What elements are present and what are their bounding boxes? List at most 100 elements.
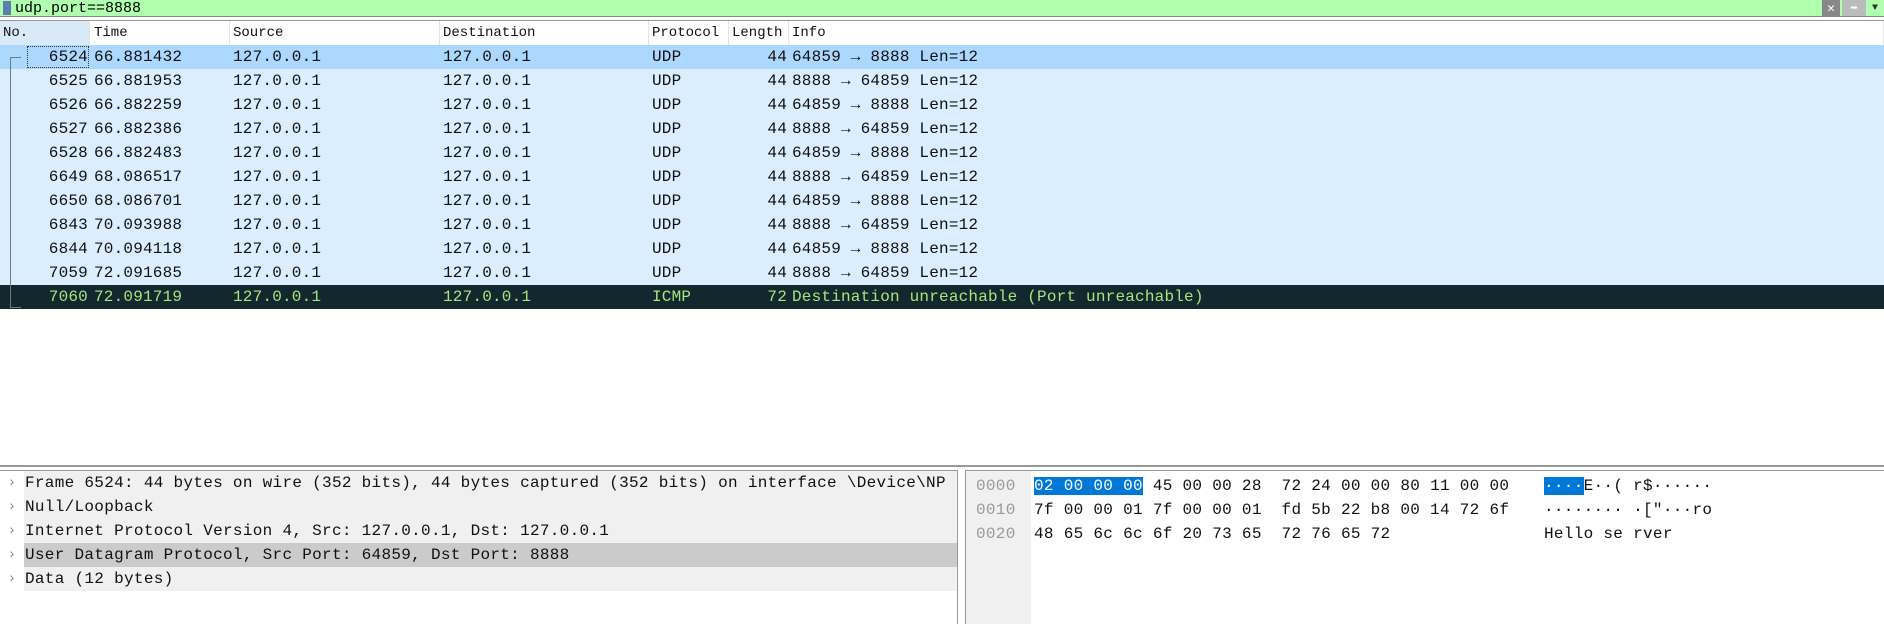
packet-cell-source: 127.0.0.1 bbox=[233, 120, 322, 138]
packet-cell-destination: 127.0.0.1 bbox=[443, 96, 532, 114]
packet-cell-length: 44 bbox=[767, 144, 787, 162]
hex-ascii[interactable]: ········ ·["···ro bbox=[1544, 501, 1712, 519]
packet-row[interactable]: 6526 66.882259 127.0.0.1 127.0.0.1 UDP 44 6485… bbox=[0, 93, 1884, 117]
chevron-right-icon[interactable]: › bbox=[0, 571, 24, 587]
packet-cell-length: 44 bbox=[767, 264, 787, 282]
packet-cell-destination: 127.0.0.1 bbox=[443, 72, 532, 90]
packet-row[interactable]: 6650 68.086701 127.0.0.1 127.0.0.1 UDP 44 6485… bbox=[0, 189, 1884, 213]
hex-bytes[interactable]: 7f 00 00 01 7f 00 00 01 fd 5b 22 b8 00 1… bbox=[1034, 501, 1509, 519]
packet-row[interactable]: 6843 70.093988 127.0.0.1 127.0.0.1 UDP 44 8888… bbox=[0, 213, 1884, 237]
packet-row[interactable]: 6525 66.881953 127.0.0.1 127.0.0.1 UDP 44 8888… bbox=[0, 69, 1884, 93]
packet-cell-length: 44 bbox=[767, 240, 787, 258]
ascii-rest: Hello se rver bbox=[1544, 525, 1673, 543]
packet-cell-info: 8888 → 64859 Len=12 bbox=[792, 120, 979, 138]
display-filter-input[interactable] bbox=[15, 0, 1822, 16]
arrow-right-icon[interactable]: ➡ bbox=[1842, 0, 1866, 16]
packet-cell-destination: 127.0.0.1 bbox=[443, 216, 532, 234]
packet-row[interactable]: 6844 70.094118 127.0.0.1 127.0.0.1 UDP 44 6485… bbox=[0, 237, 1884, 261]
hex-bytes[interactable]: 48 65 6c 6c 6f 20 73 65 72 76 65 72 bbox=[1034, 525, 1390, 543]
packet-cell-length: 44 bbox=[767, 216, 787, 234]
packet-cell-length: 44 bbox=[767, 168, 787, 186]
packet-cell-protocol: UDP bbox=[652, 216, 682, 234]
packet-cell-protocol: UDP bbox=[652, 72, 682, 90]
packet-cell-protocol: UDP bbox=[652, 240, 682, 258]
column-header-no[interactable]: No. bbox=[0, 21, 90, 45]
hex-bytes[interactable]: 02 00 00 00 45 00 00 28 72 24 00 00 80 1… bbox=[1034, 477, 1509, 495]
packet-cell-info: Destination unreachable (Port unreachabl… bbox=[792, 288, 1204, 306]
packet-cell-source: 127.0.0.1 bbox=[233, 240, 322, 258]
packet-cell-info: 64859 → 8888 Len=12 bbox=[792, 144, 979, 162]
hex-ascii[interactable]: Hello se rver bbox=[1544, 525, 1673, 543]
bookmark-icon[interactable] bbox=[3, 1, 11, 15]
packet-cell-source: 127.0.0.1 bbox=[233, 144, 322, 162]
chevron-right-icon[interactable]: › bbox=[0, 523, 24, 539]
column-header-length[interactable]: Length bbox=[729, 21, 789, 45]
packet-cell-destination: 127.0.0.1 bbox=[443, 120, 532, 138]
detail-tree-label: Internet Protocol Version 4, Src: 127.0.… bbox=[24, 519, 957, 543]
packet-cell-destination: 127.0.0.1 bbox=[443, 48, 532, 66]
packet-cell-time: 66.882483 bbox=[94, 144, 183, 162]
display-filter-bar: ✕ ➡ ▼ bbox=[0, 0, 1884, 17]
packet-row[interactable]: 6524 66.881432 127.0.0.1 127.0.0.1 UDP 44 6485… bbox=[0, 45, 1884, 69]
packet-cell-length: 44 bbox=[767, 120, 787, 138]
hex-bytes-rest: 48 65 6c 6c 6f 20 73 65 72 76 65 72 bbox=[1034, 525, 1391, 543]
chevron-right-icon[interactable]: › bbox=[0, 475, 24, 491]
packet-cell-length: 44 bbox=[767, 96, 787, 114]
column-header-destination[interactable]: Destination bbox=[440, 21, 649, 45]
packet-cell-protocol: UDP bbox=[652, 96, 682, 114]
ascii-highlight: ···· bbox=[1544, 477, 1584, 495]
packet-cell-source: 127.0.0.1 bbox=[233, 96, 322, 114]
ascii-rest: E··( r$······ bbox=[1583, 477, 1713, 495]
packet-cell-time: 66.881432 bbox=[94, 48, 183, 66]
packet-cell-info: 64859 → 8888 Len=12 bbox=[792, 48, 979, 66]
detail-tree-label: User Datagram Protocol, Src Port: 64859,… bbox=[24, 543, 957, 567]
packet-row[interactable]: 7059 72.091685 127.0.0.1 127.0.0.1 UDP 44 8888… bbox=[0, 261, 1884, 285]
packet-cell-length: 44 bbox=[767, 192, 787, 210]
hex-bytes-rest: 7f 00 00 01 7f 00 00 01 fd 5b 22 b8 00 1… bbox=[1034, 501, 1510, 519]
detail-tree-label: Data (12 bytes) bbox=[24, 567, 957, 591]
detail-tree-label: Null/Loopback bbox=[24, 495, 957, 519]
chevron-right-icon[interactable]: › bbox=[0, 547, 24, 563]
packet-cell-time: 66.881953 bbox=[94, 72, 183, 90]
packet-cell-time: 66.882386 bbox=[94, 120, 183, 138]
packet-cell-protocol: ICMP bbox=[652, 288, 692, 306]
packet-row[interactable]: 7060 72.091719 127.0.0.1 127.0.0.1 ICMP 72 Des… bbox=[0, 285, 1884, 309]
packet-cell-time: 66.882259 bbox=[94, 96, 183, 114]
pane-splitter[interactable] bbox=[0, 465, 1884, 467]
packet-cell-destination: 127.0.0.1 bbox=[443, 288, 532, 306]
column-header-protocol[interactable]: Protocol bbox=[649, 21, 729, 45]
packet-cell-info: 64859 → 8888 Len=12 bbox=[792, 96, 979, 114]
hex-ascii[interactable]: ····E··( r$······ bbox=[1544, 477, 1712, 495]
packet-cell-protocol: UDP bbox=[652, 192, 682, 210]
packet-cell-source: 127.0.0.1 bbox=[233, 72, 322, 90]
conversation-bracket bbox=[10, 57, 22, 308]
packet-cell-destination: 127.0.0.1 bbox=[443, 240, 532, 258]
packet-cell-length: 44 bbox=[767, 48, 787, 66]
close-icon[interactable]: ✕ bbox=[1822, 0, 1840, 16]
column-header-source[interactable]: Source bbox=[230, 21, 440, 45]
packet-cell-destination: 127.0.0.1 bbox=[443, 192, 532, 210]
packet-row[interactable]: 6649 68.086517 127.0.0.1 127.0.0.1 UDP 44 8888… bbox=[0, 165, 1884, 189]
packet-bytes-pane: 0000 02 00 00 00 45 00 00 28 72 24 00 00 … bbox=[965, 470, 1884, 624]
chevron-right-icon[interactable]: › bbox=[0, 499, 24, 515]
detail-tree-item[interactable]: › Internet Protocol Version 4, Src: 127.0… bbox=[0, 519, 957, 543]
packet-list-header: No. Time Source Destination Protocol Length In… bbox=[0, 20, 1884, 45]
detail-tree-label: Frame 6524: 44 bytes on wire (352 bits),… bbox=[24, 471, 957, 495]
packet-cell-source: 127.0.0.1 bbox=[233, 264, 322, 282]
detail-tree-item[interactable]: › Data (12 bytes) bbox=[0, 567, 957, 591]
packet-cell-source: 127.0.0.1 bbox=[233, 192, 322, 210]
packet-row[interactable]: 6527 66.882386 127.0.0.1 127.0.0.1 UDP 44 8888… bbox=[0, 117, 1884, 141]
hex-bytes-rest: 45 00 00 28 72 24 00 00 80 11 00 00 bbox=[1142, 477, 1510, 495]
packet-cell-protocol: UDP bbox=[652, 48, 682, 66]
column-header-info[interactable]: Info bbox=[789, 21, 1884, 45]
detail-tree-item[interactable]: › User Datagram Protocol, Src Port: 64859… bbox=[0, 543, 957, 567]
column-header-time[interactable]: Time bbox=[91, 21, 230, 45]
packet-cell-destination: 127.0.0.1 bbox=[443, 168, 532, 186]
detail-tree-item[interactable]: › Null/Loopback bbox=[0, 495, 957, 519]
packet-cell-source: 127.0.0.1 bbox=[233, 216, 322, 234]
packet-cell-destination: 127.0.0.1 bbox=[443, 144, 532, 162]
packet-cell-time: 70.093988 bbox=[94, 216, 183, 234]
packet-row[interactable]: 6528 66.882483 127.0.0.1 127.0.0.1 UDP 44 6485… bbox=[0, 141, 1884, 165]
detail-tree-item[interactable]: › Frame 6524: 44 bytes on wire (352 bits)… bbox=[0, 471, 957, 495]
chevron-down-icon[interactable]: ▼ bbox=[1866, 0, 1884, 16]
